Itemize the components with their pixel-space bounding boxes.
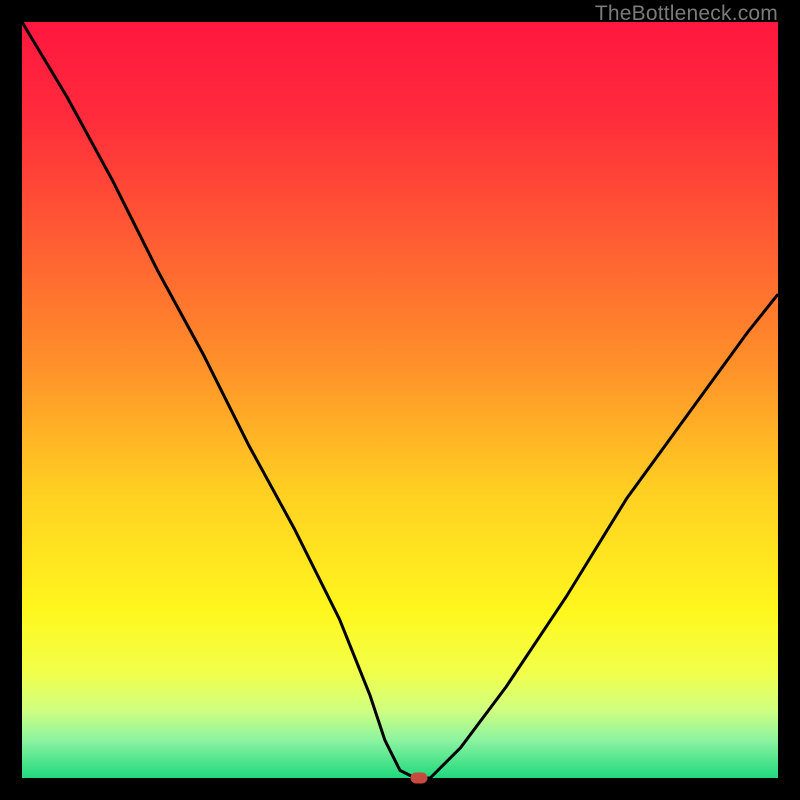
optimal-point-marker — [410, 773, 427, 784]
gradient-background — [22, 22, 778, 778]
bottleneck-plot — [22, 22, 778, 778]
watermark-text: TheBottleneck.com — [595, 2, 778, 26]
chart-frame — [22, 22, 778, 778]
